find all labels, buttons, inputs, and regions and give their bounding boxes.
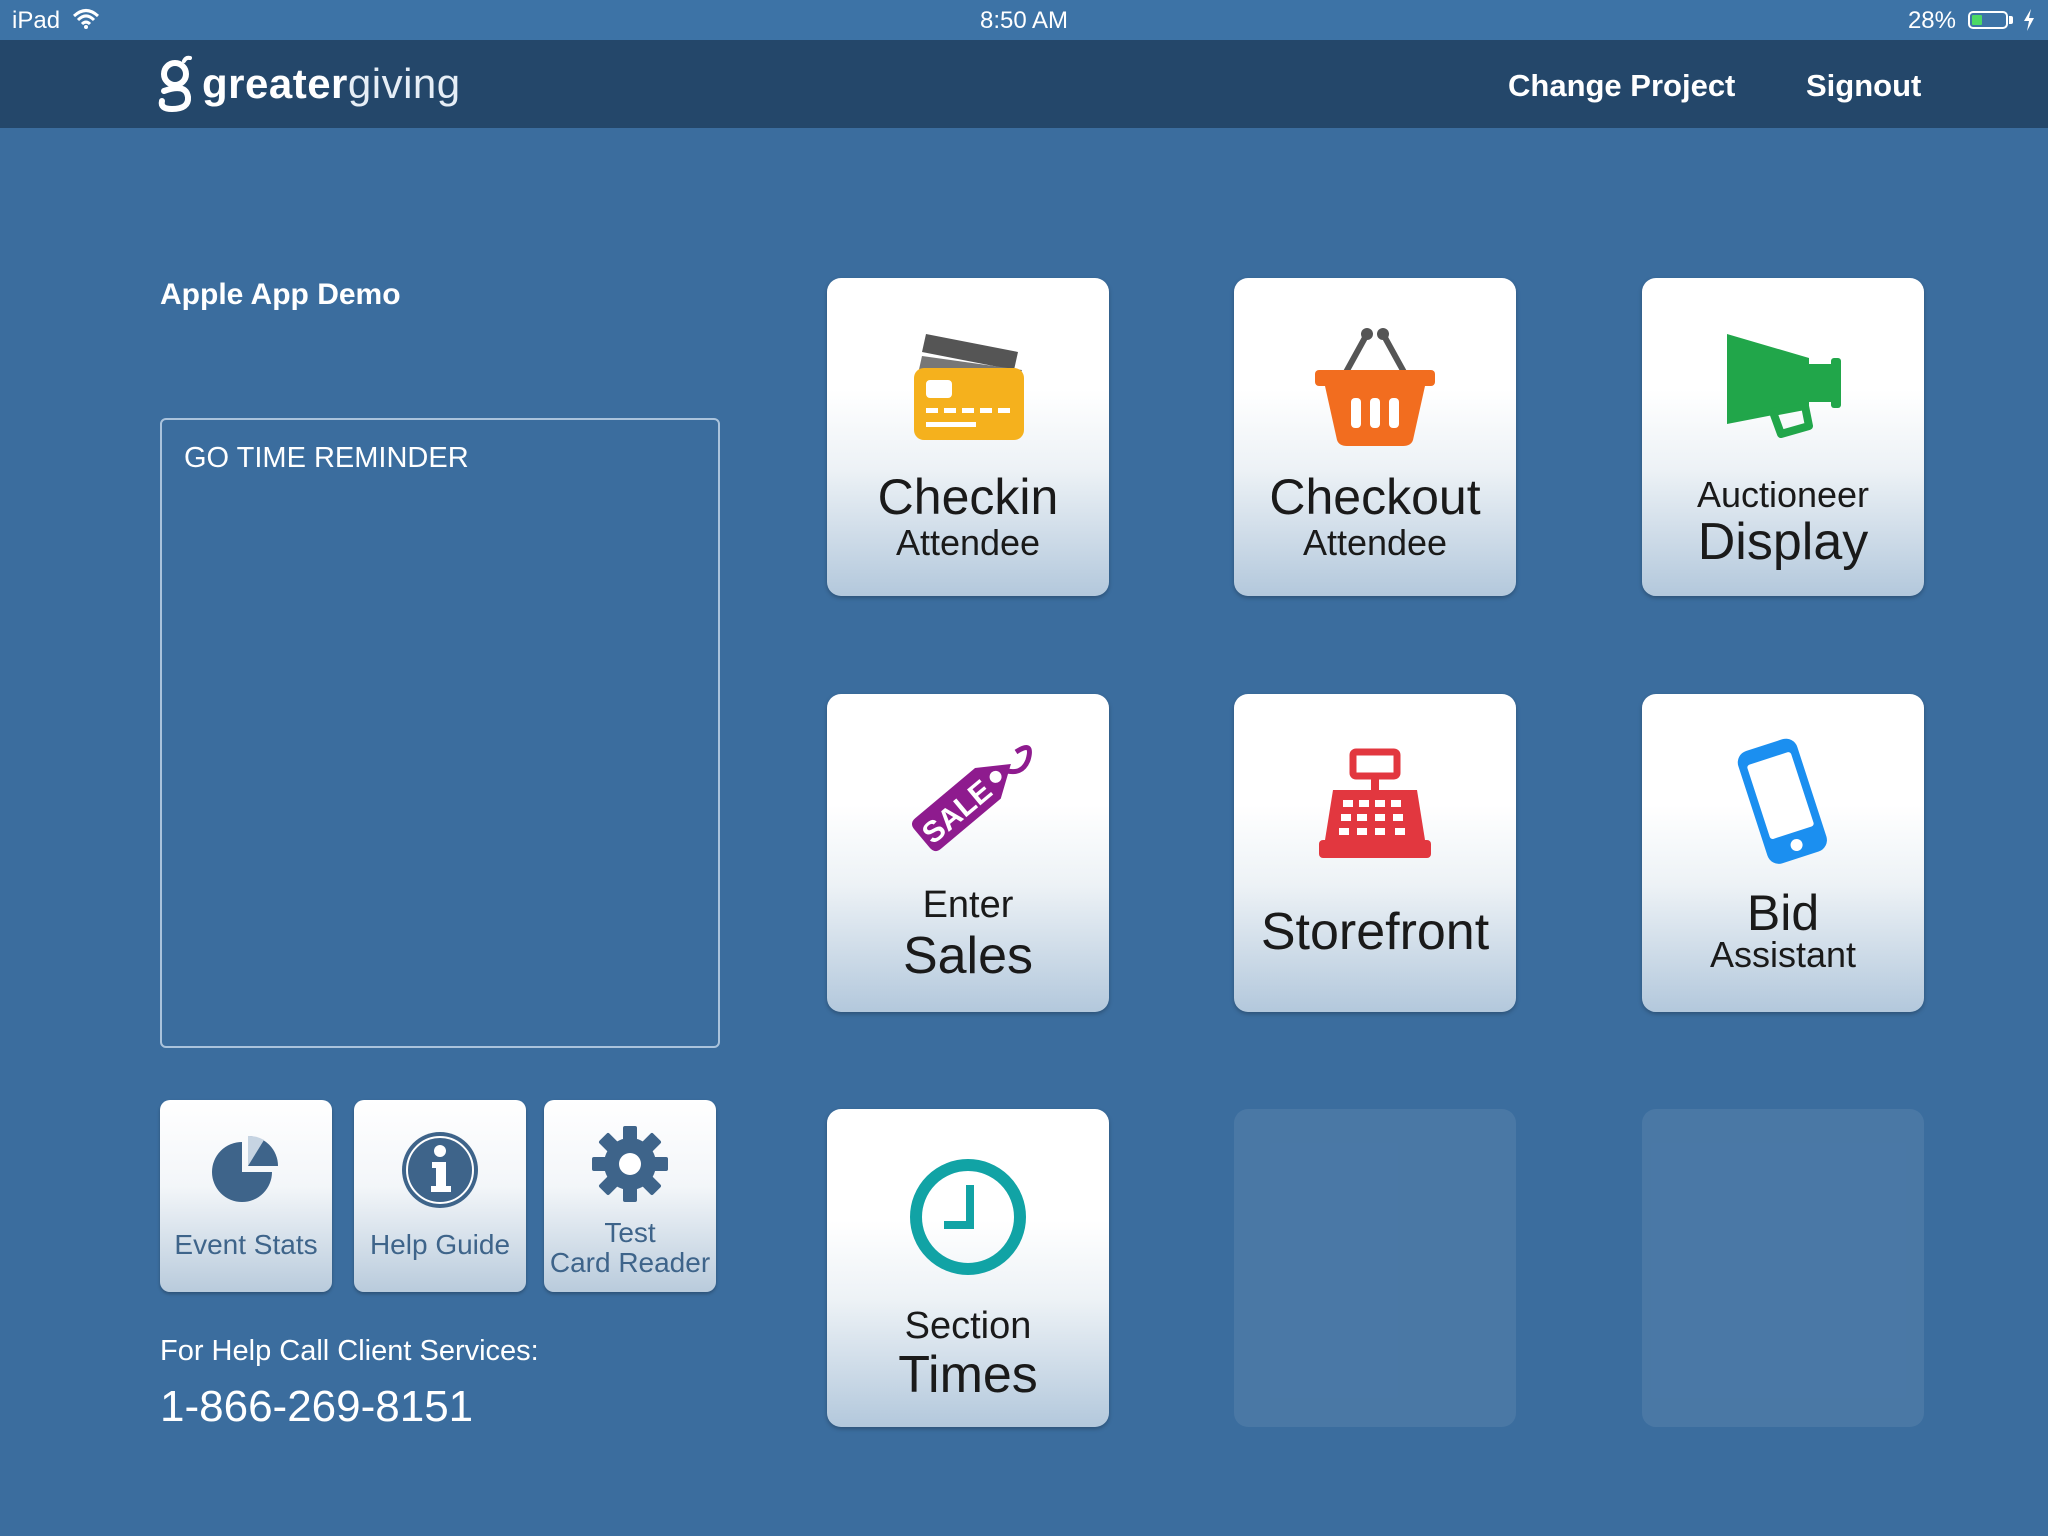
enter-label: Enter: [922, 884, 1014, 926]
storefront-label: Storefront: [1260, 903, 1490, 961]
status-time: 8:50 AM: [979, 7, 1069, 34]
megaphone-icon: [1727, 334, 1841, 438]
cash-register-icon: [1319, 748, 1431, 858]
attendee-label: Attendee: [895, 522, 1041, 563]
battery-percent: 28%: [1907, 7, 1956, 34]
sale-tag-icon: SALE: [911, 745, 1032, 852]
section-label: Section: [904, 1305, 1032, 1347]
event-stats-button[interactable]: Event Stats: [160, 1100, 332, 1292]
phone-icon: [1737, 738, 1827, 864]
logo-icon: [158, 55, 192, 113]
attendee-label: Attendee: [1302, 522, 1448, 563]
change-project-link[interactable]: Change Project: [1508, 68, 1735, 104]
info-icon: [402, 1132, 478, 1208]
help-guide-label: Help Guide: [369, 1229, 511, 1260]
status-bar: iPad 8:50 AM 28%: [0, 0, 2048, 40]
checkin-label: Checkin: [877, 469, 1059, 525]
checkout-attendee-tile[interactable]: Checkout Attendee: [1234, 278, 1516, 596]
signout-link[interactable]: Signout: [1806, 68, 1921, 104]
clock-icon: [910, 1159, 1026, 1275]
storefront-tile[interactable]: Storefront: [1234, 694, 1516, 1012]
display-label: Display: [1697, 513, 1869, 571]
pie-chart-icon: [212, 1135, 278, 1202]
auctioneer-display-tile[interactable]: Auctioneer Display: [1642, 278, 1924, 596]
enter-sales-tile[interactable]: SALE Enter Sales: [827, 694, 1109, 1012]
nav-bar: greatergiving Change Project Signout: [0, 40, 2048, 128]
battery-icon: [1968, 11, 2008, 29]
logo-text: greatergiving: [202, 60, 461, 107]
reminder-title: GO TIME REMINDER: [184, 442, 469, 474]
checkin-attendee-tile[interactable]: Checkin Attendee: [827, 278, 1109, 596]
checkout-label: Checkout: [1269, 469, 1481, 525]
basket-icon: [1315, 328, 1435, 446]
test-label: Test: [604, 1217, 656, 1248]
gear-icon: [592, 1126, 668, 1202]
charging-icon: [2024, 9, 2034, 31]
credit-card-icon: [914, 334, 1024, 440]
empty-tile-slot: [1234, 1109, 1516, 1427]
times-label: Times: [898, 1346, 1038, 1404]
auctioneer-label: Auctioneer: [1696, 474, 1870, 515]
greatergiving-logo: greatergiving: [156, 54, 461, 114]
help-phone-number: 1-866-269-8151: [160, 1382, 474, 1431]
help-call-label: For Help Call Client Services:: [160, 1335, 539, 1367]
help-guide-button[interactable]: Help Guide: [354, 1100, 526, 1292]
assistant-label: Assistant: [1709, 934, 1857, 975]
event-stats-label: Event Stats: [174, 1229, 318, 1260]
test-card-reader-button[interactable]: Test Card Reader: [544, 1100, 716, 1292]
empty-tile-slot: [1642, 1109, 1924, 1427]
sales-label: Sales: [902, 927, 1034, 985]
card-reader-label: Card Reader: [549, 1247, 711, 1278]
project-name: Apple App Demo: [160, 278, 401, 311]
go-time-reminder-panel: GO TIME REMINDER: [160, 418, 720, 1048]
bid-assistant-tile[interactable]: Bid Assistant: [1642, 694, 1924, 1012]
section-times-tile[interactable]: Section Times: [827, 1109, 1109, 1427]
